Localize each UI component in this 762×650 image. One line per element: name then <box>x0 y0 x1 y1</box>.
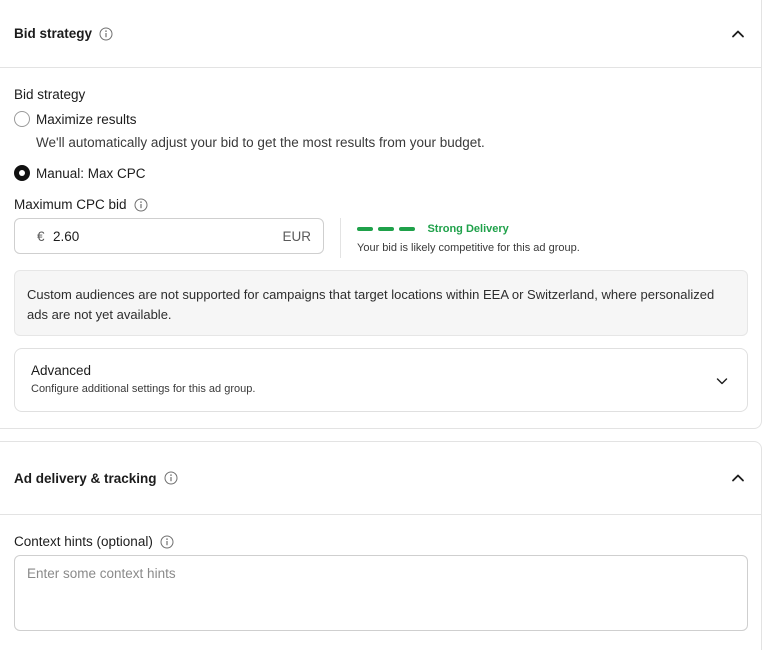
chevron-up-icon[interactable] <box>731 27 745 41</box>
delivery-subtitle: Your bid is likely competitive for this … <box>357 242 580 254</box>
chevron-up-icon[interactable] <box>731 471 745 485</box>
ad-delivery-header[interactable]: Ad delivery & tracking <box>0 442 761 515</box>
advanced-title: Advanced <box>31 363 92 378</box>
delivery-strength-bars <box>357 226 415 231</box>
currency-code: EUR <box>282 228 311 244</box>
max-cpc-label: Maximum CPC bid <box>14 197 127 212</box>
delivery-indicator: Strong Delivery <box>357 220 509 238</box>
section-title: Bid strategy <box>14 26 93 41</box>
max-cpc-input[interactable]: € 2.60 EUR <box>14 218 324 254</box>
max-cpc-label-row: Maximum CPC bid <box>14 197 148 212</box>
delivery-status: Strong Delivery <box>427 222 509 235</box>
radio-label: Maximize results <box>36 111 137 127</box>
section-title: Ad delivery & tracking <box>14 470 157 486</box>
bid-strategy-label: Bid strategy <box>14 87 86 102</box>
info-icon[interactable] <box>99 27 113 41</box>
advanced-accordion[interactable]: Advanced Configure additional settings f… <box>14 348 748 412</box>
bid-value[interactable]: 2.60 <box>53 229 282 244</box>
bid-strategy-header[interactable]: Bid strategy <box>0 0 761 68</box>
radio-button-selected[interactable] <box>14 165 30 181</box>
radio-manual-max-cpc[interactable]: Manual: Max CPC <box>14 165 146 181</box>
currency-symbol: € <box>37 228 45 244</box>
radio-label: Manual: Max CPC <box>36 165 146 181</box>
chevron-down-icon[interactable] <box>715 374 729 388</box>
info-icon[interactable] <box>164 471 178 485</box>
info-icon[interactable] <box>160 535 174 549</box>
context-hints-textarea[interactable]: Enter some context hints <box>14 555 748 631</box>
radio-helper-text: We'll automatically adjust your bid to g… <box>36 135 485 150</box>
divider <box>340 218 341 258</box>
radio-button[interactable] <box>14 111 30 127</box>
context-hints-label: Context hints (optional) <box>14 534 153 549</box>
custom-audiences-notice: Custom audiences are not supported for c… <box>14 270 748 336</box>
context-hints-label-row: Context hints (optional) <box>14 534 174 549</box>
info-icon[interactable] <box>134 198 148 212</box>
advanced-subtitle: Configure additional settings for this a… <box>31 383 256 395</box>
radio-maximize-results[interactable]: Maximize results <box>14 111 137 127</box>
context-hints-placeholder: Enter some context hints <box>27 566 176 581</box>
bid-strategy-section: Bid strategy Bid strategy Maximize resul… <box>0 0 762 429</box>
